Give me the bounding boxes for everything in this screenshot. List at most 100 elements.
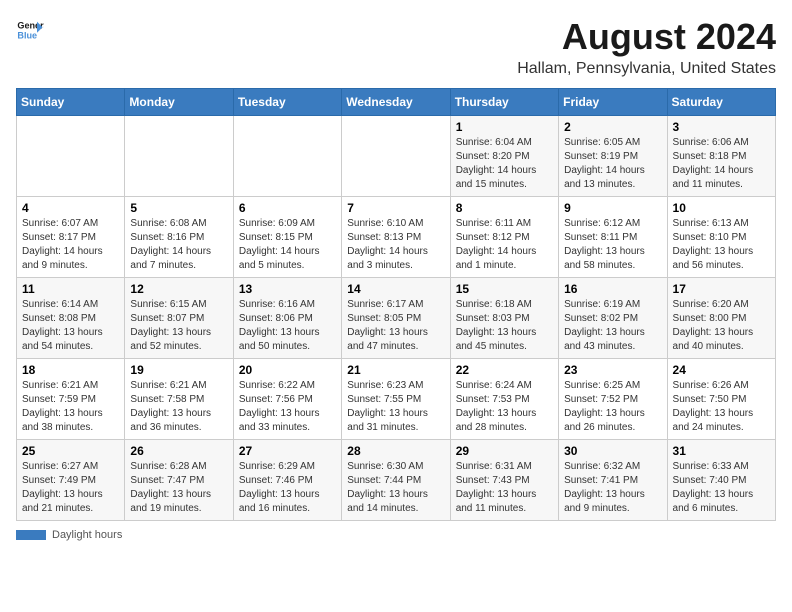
day-info: Sunrise: 6:14 AM Sunset: 8:08 PM Dayligh…: [22, 298, 119, 354]
calendar-cell: 26 Sunrise: 6:28 AM Sunset: 7:47 PM Dayli…: [125, 440, 233, 521]
calendar-cell: 3 Sunrise: 6:06 AM Sunset: 8:18 PM Daylig…: [667, 116, 775, 197]
day-info: Sunrise: 6:23 AM Sunset: 7:55 PM Dayligh…: [347, 379, 444, 435]
day-number: 27: [239, 444, 336, 458]
day-number: 30: [564, 444, 661, 458]
calendar-week-row: 1Sunrise: 6:04 AM Sunset: 8:20 PM Daylig…: [17, 116, 776, 197]
day-number: 13: [239, 282, 336, 296]
day-number: 10: [673, 201, 770, 215]
calendar-cell: 7 Sunrise: 6:10 AM Sunset: 8:13 PM Daylig…: [342, 197, 450, 278]
calendar-cell: 19Sunrise: 6:21 AM Sunset: 7:58 PM Dayli…: [125, 359, 233, 440]
day-number: 12: [130, 282, 227, 296]
day-number: 1: [456, 120, 553, 134]
header-day: Monday: [125, 89, 233, 116]
day-number: 6: [239, 201, 336, 215]
daylight-bar-icon: [16, 530, 46, 540]
day-info: Sunrise: 6:27 AM Sunset: 7:49 PM Dayligh…: [22, 460, 119, 516]
calendar-cell: 10 Sunrise: 6:13 AM Sunset: 8:10 PM Dayli…: [667, 197, 775, 278]
day-number: 15: [456, 282, 553, 296]
day-info: Sunrise: 6:08 AM Sunset: 8:16 PM Dayligh…: [130, 217, 227, 273]
day-info: Sunrise: 6:13 AM Sunset: 8:10 PM Dayligh…: [673, 217, 770, 273]
day-number: 25: [22, 444, 119, 458]
calendar-cell: 17Sunrise: 6:20 AM Sunset: 8:00 PM Dayli…: [667, 278, 775, 359]
day-number: 21: [347, 363, 444, 377]
day-info: Sunrise: 6:11 AM Sunset: 8:12 PM Dayligh…: [456, 217, 553, 273]
calendar-cell: 13 Sunrise: 6:16 AM Sunset: 8:06 PM Dayli…: [233, 278, 341, 359]
calendar-cell: 20 Sunrise: 6:22 AM Sunset: 7:56 PM Dayli…: [233, 359, 341, 440]
calendar-cell: [125, 116, 233, 197]
calendar-week-row: 11 Sunrise: 6:14 AM Sunset: 8:08 PM Dayli…: [17, 278, 776, 359]
calendar-cell: 12 Sunrise: 6:15 AM Sunset: 8:07 PM Dayli…: [125, 278, 233, 359]
logo-icon: General Blue: [16, 16, 44, 44]
calendar-cell: 1Sunrise: 6:04 AM Sunset: 8:20 PM Daylig…: [450, 116, 558, 197]
day-number: 31: [673, 444, 770, 458]
calendar-week-row: 4 Sunrise: 6:07 AM Sunset: 8:17 PM Daylig…: [17, 197, 776, 278]
day-number: 7: [347, 201, 444, 215]
day-number: 3: [673, 120, 770, 134]
calendar-cell: 31 Sunrise: 6:33 AM Sunset: 7:40 PM Dayli…: [667, 440, 775, 521]
calendar-body: 1Sunrise: 6:04 AM Sunset: 8:20 PM Daylig…: [17, 116, 776, 521]
calendar-cell: 24Sunrise: 6:26 AM Sunset: 7:50 PM Dayli…: [667, 359, 775, 440]
calendar-cell: 18Sunrise: 6:21 AM Sunset: 7:59 PM Dayli…: [17, 359, 125, 440]
calendar-cell: [342, 116, 450, 197]
day-number: 26: [130, 444, 227, 458]
header-day: Wednesday: [342, 89, 450, 116]
day-info: Sunrise: 6:05 AM Sunset: 8:19 PM Dayligh…: [564, 136, 661, 192]
day-info: Sunrise: 6:20 AM Sunset: 8:00 PM Dayligh…: [673, 298, 770, 354]
calendar-cell: 23Sunrise: 6:25 AM Sunset: 7:52 PM Dayli…: [559, 359, 667, 440]
day-info: Sunrise: 6:07 AM Sunset: 8:17 PM Dayligh…: [22, 217, 119, 273]
header-day: Thursday: [450, 89, 558, 116]
calendar-cell: 16 Sunrise: 6:19 AM Sunset: 8:02 PM Dayli…: [559, 278, 667, 359]
calendar-cell: [233, 116, 341, 197]
day-info: Sunrise: 6:32 AM Sunset: 7:41 PM Dayligh…: [564, 460, 661, 516]
day-info: Sunrise: 6:10 AM Sunset: 8:13 PM Dayligh…: [347, 217, 444, 273]
day-info: Sunrise: 6:28 AM Sunset: 7:47 PM Dayligh…: [130, 460, 227, 516]
header-day: Tuesday: [233, 89, 341, 116]
calendar-cell: 9 Sunrise: 6:12 AM Sunset: 8:11 PM Daylig…: [559, 197, 667, 278]
calendar-cell: 25 Sunrise: 6:27 AM Sunset: 7:49 PM Dayli…: [17, 440, 125, 521]
day-number: 8: [456, 201, 553, 215]
day-info: Sunrise: 6:33 AM Sunset: 7:40 PM Dayligh…: [673, 460, 770, 516]
calendar-cell: 5Sunrise: 6:08 AM Sunset: 8:16 PM Daylig…: [125, 197, 233, 278]
day-number: 29: [456, 444, 553, 458]
day-info: Sunrise: 6:09 AM Sunset: 8:15 PM Dayligh…: [239, 217, 336, 273]
calendar-cell: 4 Sunrise: 6:07 AM Sunset: 8:17 PM Daylig…: [17, 197, 125, 278]
day-info: Sunrise: 6:21 AM Sunset: 7:58 PM Dayligh…: [130, 379, 227, 435]
calendar-week-row: 25 Sunrise: 6:27 AM Sunset: 7:49 PM Dayli…: [17, 440, 776, 521]
day-number: 11: [22, 282, 119, 296]
day-info: Sunrise: 6:26 AM Sunset: 7:50 PM Dayligh…: [673, 379, 770, 435]
day-number: 4: [22, 201, 119, 215]
day-info: Sunrise: 6:06 AM Sunset: 8:18 PM Dayligh…: [673, 136, 770, 192]
day-info: Sunrise: 6:19 AM Sunset: 8:02 PM Dayligh…: [564, 298, 661, 354]
day-info: Sunrise: 6:16 AM Sunset: 8:06 PM Dayligh…: [239, 298, 336, 354]
day-info: Sunrise: 6:17 AM Sunset: 8:05 PM Dayligh…: [347, 298, 444, 354]
calendar-cell: 6 Sunrise: 6:09 AM Sunset: 8:15 PM Daylig…: [233, 197, 341, 278]
header-day: Saturday: [667, 89, 775, 116]
day-info: Sunrise: 6:29 AM Sunset: 7:46 PM Dayligh…: [239, 460, 336, 516]
day-number: 22: [456, 363, 553, 377]
page-subtitle: Hallam, Pennsylvania, United States: [517, 60, 776, 78]
calendar-cell: 11 Sunrise: 6:14 AM Sunset: 8:08 PM Dayli…: [17, 278, 125, 359]
footer-label: Daylight hours: [52, 529, 122, 541]
logo: General Blue: [16, 16, 44, 44]
header-day: Friday: [559, 89, 667, 116]
day-info: Sunrise: 6:15 AM Sunset: 8:07 PM Dayligh…: [130, 298, 227, 354]
day-number: 28: [347, 444, 444, 458]
calendar-header: SundayMondayTuesdayWednesdayThursdayFrid…: [17, 89, 776, 116]
calendar-cell: 14Sunrise: 6:17 AM Sunset: 8:05 PM Dayli…: [342, 278, 450, 359]
header-day: Sunday: [17, 89, 125, 116]
day-number: 16: [564, 282, 661, 296]
calendar-cell: 28Sunrise: 6:30 AM Sunset: 7:44 PM Dayli…: [342, 440, 450, 521]
calendar-cell: 8 Sunrise: 6:11 AM Sunset: 8:12 PM Daylig…: [450, 197, 558, 278]
page-title: August 2024: [517, 16, 776, 58]
calendar-cell: [17, 116, 125, 197]
title-block: August 2024 Hallam, Pennsylvania, United…: [517, 16, 776, 78]
day-number: 18: [22, 363, 119, 377]
day-number: 9: [564, 201, 661, 215]
calendar-cell: 27 Sunrise: 6:29 AM Sunset: 7:46 PM Dayli…: [233, 440, 341, 521]
day-info: Sunrise: 6:24 AM Sunset: 7:53 PM Dayligh…: [456, 379, 553, 435]
calendar-cell: 21 Sunrise: 6:23 AM Sunset: 7:55 PM Dayli…: [342, 359, 450, 440]
svg-text:Blue: Blue: [17, 30, 37, 40]
day-info: Sunrise: 6:22 AM Sunset: 7:56 PM Dayligh…: [239, 379, 336, 435]
day-number: 20: [239, 363, 336, 377]
day-info: Sunrise: 6:12 AM Sunset: 8:11 PM Dayligh…: [564, 217, 661, 273]
